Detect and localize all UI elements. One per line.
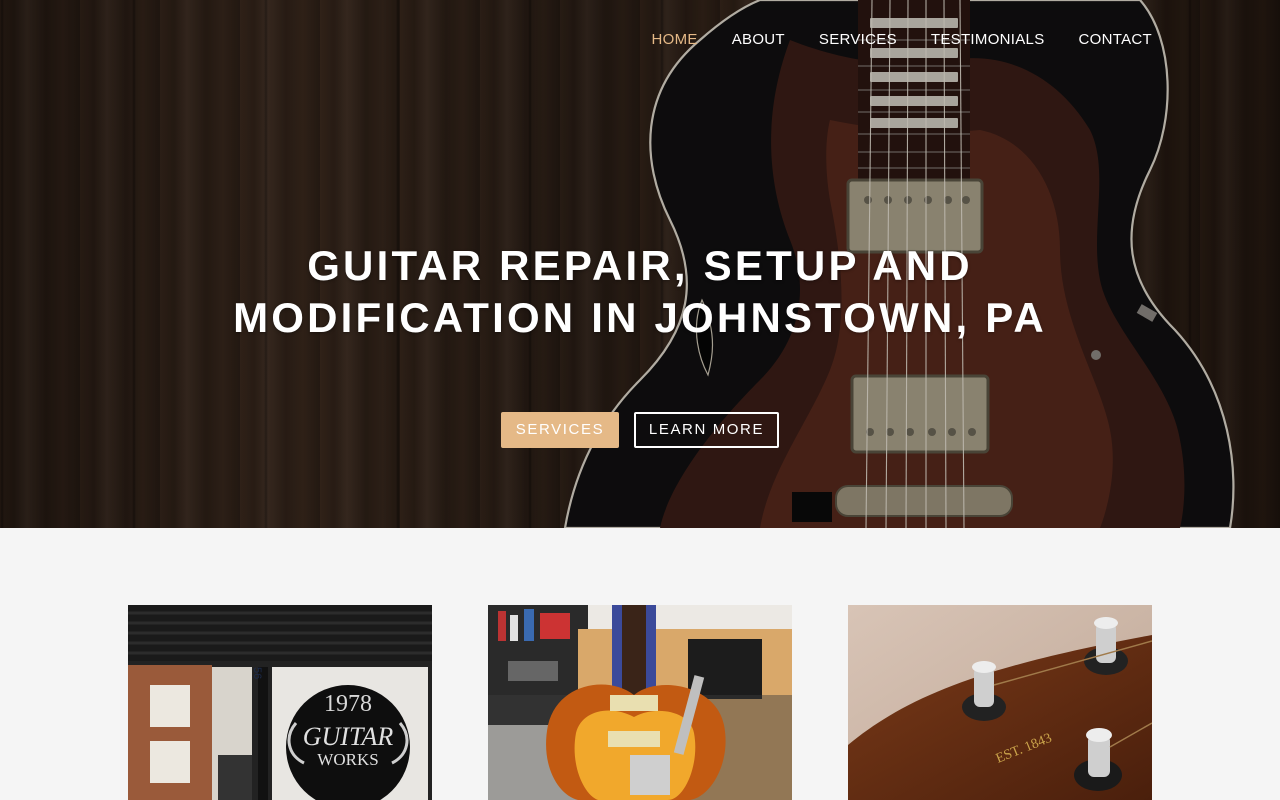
shop-storefront-card[interactable]: 56 1978 GUITAR WORKS bbox=[128, 605, 432, 800]
services-button[interactable]: SERVICES bbox=[501, 412, 619, 448]
hero-title: GUITAR REPAIR, SETUP AND MODIFICATION IN… bbox=[0, 240, 1280, 344]
nav-item-testimonials[interactable]: TESTIMONIALS bbox=[931, 31, 1045, 49]
hero-title-line1: GUITAR REPAIR, SETUP AND bbox=[307, 242, 973, 289]
door-number-text: 56 bbox=[251, 667, 263, 679]
workbench-image bbox=[488, 605, 792, 800]
nav-item-home[interactable]: HOME bbox=[652, 31, 698, 49]
learn-more-button[interactable]: LEARN MORE bbox=[634, 412, 779, 448]
nav-item-contact[interactable]: CONTACT bbox=[1079, 31, 1152, 49]
logo-works-text: WORKS bbox=[317, 750, 378, 769]
main-nav: HOME ABOUT SERVICES TESTIMONIALS CONTACT bbox=[618, 31, 1153, 49]
nav-item-about[interactable]: ABOUT bbox=[732, 31, 785, 49]
hero-section: HOME ABOUT SERVICES TESTIMONIALS CONTACT… bbox=[0, 0, 1280, 528]
storefront-image: 56 1978 GUITAR WORKS bbox=[128, 605, 432, 800]
logo-year-text: 1978 bbox=[324, 691, 372, 717]
headstock-image: EST. 1843 bbox=[848, 605, 1152, 800]
nav-item-services[interactable]: SERVICES bbox=[819, 31, 897, 49]
headstock-card[interactable]: EST. 1843 bbox=[848, 605, 1152, 800]
hero-title-line2: MODIFICATION IN JOHNSTOWN, PA bbox=[233, 294, 1047, 341]
workbench-guitar-card[interactable] bbox=[488, 605, 792, 800]
logo-guitar-text: GUITAR bbox=[303, 722, 394, 751]
